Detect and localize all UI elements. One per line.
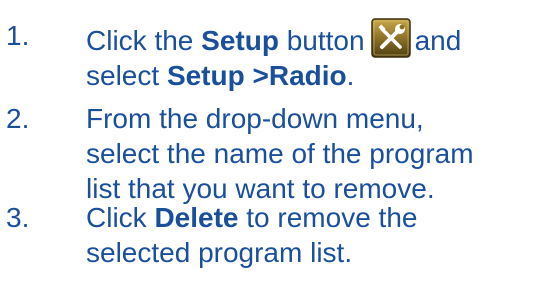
delete-label: Delete xyxy=(154,202,239,233)
step-line: From the drop-down menu, xyxy=(86,103,424,134)
step-line: Click the Setup button and xyxy=(86,18,531,58)
setup-radio-label: Setup >Radio xyxy=(166,60,347,91)
step-number: 3. xyxy=(6,202,30,233)
step-line: select Setup >Radio. xyxy=(86,58,531,93)
setup-label: Setup xyxy=(201,25,279,56)
step-text-segment: button xyxy=(278,25,365,56)
step-text: Click the Setup button and select Setup … xyxy=(86,18,531,93)
step-text-segment: to remove the xyxy=(238,202,418,233)
step-text: Click Delete to remove the selected prog… xyxy=(86,200,531,270)
step-line: select the name of the program xyxy=(86,138,474,169)
setup-tools-icon xyxy=(370,18,411,58)
step-line: Click Delete to remove the xyxy=(86,200,531,235)
step-text: From the drop-down menu, select the name… xyxy=(86,101,531,206)
step-number: 2. xyxy=(6,103,30,134)
step-number: 1. xyxy=(6,20,30,51)
step-text-segment: and xyxy=(414,25,462,56)
step-text-segment: Click xyxy=(86,202,155,233)
step-text-segment: select xyxy=(86,60,167,91)
step-text-segment: . xyxy=(346,60,355,91)
step-text-segment: Click the xyxy=(86,25,202,56)
step-line: selected program list. xyxy=(86,237,353,268)
